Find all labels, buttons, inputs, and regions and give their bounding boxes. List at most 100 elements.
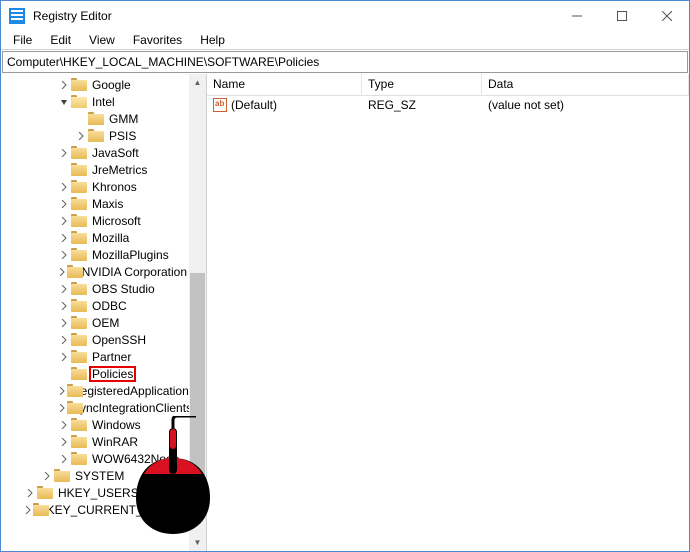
list-row[interactable]: (Default)REG_SZ(value not set) — [207, 96, 689, 113]
scroll-thumb[interactable] — [190, 273, 205, 513]
chevron-right-icon[interactable] — [75, 130, 87, 142]
tree-item[interactable]: GMM — [1, 110, 189, 127]
registry-editor-window: Registry Editor File Edit View Favorites… — [0, 0, 690, 552]
menu-file[interactable]: File — [5, 32, 40, 48]
folder-icon — [71, 299, 87, 312]
chevron-right-icon[interactable] — [58, 249, 70, 261]
tree-item[interactable]: MozillaPlugins — [1, 246, 189, 263]
tree-item[interactable]: Maxis — [1, 195, 189, 212]
tree-item-label: Google — [90, 78, 133, 92]
folder-icon — [71, 367, 87, 380]
tree-item[interactable]: SyncIntegrationClients — [1, 399, 189, 416]
list-header: Name Type Data — [207, 74, 689, 96]
folder-icon — [88, 112, 104, 125]
scroll-up-arrow[interactable]: ▲ — [189, 74, 206, 91]
column-data[interactable]: Data — [482, 74, 689, 95]
tree-item-label: Policies — [90, 367, 135, 381]
column-name[interactable]: Name — [207, 74, 362, 95]
folder-icon — [71, 435, 87, 448]
menu-edit[interactable]: Edit — [42, 32, 79, 48]
folder-icon — [71, 146, 87, 159]
tree-item[interactable]: Mozilla — [1, 229, 189, 246]
chevron-right-icon[interactable] — [58, 232, 70, 244]
tree-item[interactable]: OpenSSH — [1, 331, 189, 348]
chevron-right-icon[interactable] — [58, 198, 70, 210]
address-bar[interactable]: Computer\HKEY_LOCAL_MACHINE\SOFTWARE\Pol… — [2, 51, 688, 73]
tree-item-label: Mozilla — [90, 231, 131, 245]
chevron-right-icon[interactable] — [58, 215, 70, 227]
tree-item[interactable]: NVIDIA Corporation — [1, 263, 189, 280]
tree-item-label: Intel — [90, 95, 117, 109]
tree-item[interactable]: JreMetrics — [1, 161, 189, 178]
tree-item[interactable]: PSIS — [1, 127, 189, 144]
chevron-right-icon[interactable] — [58, 334, 70, 346]
tree-item[interactable]: SYSTEM — [1, 467, 189, 484]
folder-icon — [71, 452, 87, 465]
chevron-right-icon[interactable] — [58, 453, 70, 465]
chevron-right-icon[interactable] — [58, 436, 70, 448]
tree-item[interactable]: Google — [1, 76, 189, 93]
chevron-down-icon[interactable] — [58, 96, 70, 108]
tree-item[interactable]: WinRAR — [1, 433, 189, 450]
chevron-right-icon[interactable] — [58, 283, 70, 295]
chevron-right-icon[interactable] — [58, 147, 70, 159]
tree-item-label: JreMetrics — [90, 163, 149, 177]
chevron-right-icon[interactable] — [58, 317, 70, 329]
tree-item[interactable]: Partner — [1, 348, 189, 365]
column-type[interactable]: Type — [362, 74, 482, 95]
folder-icon — [71, 418, 87, 431]
chevron-right-icon[interactable] — [58, 402, 66, 414]
address-path: Computer\HKEY_LOCAL_MACHINE\SOFTWARE\Pol… — [7, 55, 319, 69]
tree-item-label: WinRAR — [90, 435, 140, 449]
tree-item[interactable]: OEM — [1, 314, 189, 331]
chevron-right-icon[interactable] — [58, 79, 70, 91]
regedit-icon — [9, 8, 25, 24]
menu-favorites[interactable]: Favorites — [125, 32, 190, 48]
tree-item-label: Maxis — [90, 197, 125, 211]
folder-icon — [71, 197, 87, 210]
folder-icon — [88, 129, 104, 142]
tree-item[interactable]: Windows — [1, 416, 189, 433]
tree-item-label: SyncIntegrationClients — [70, 401, 189, 415]
tree-view[interactable]: Google Intel GMMPSISJavaSoft JreMetricsKhro… — [1, 74, 189, 551]
value-type: REG_SZ — [362, 98, 482, 112]
tree-scrollbar[interactable]: ▲ ▼ — [189, 74, 206, 551]
tree-item[interactable]: Khronos — [1, 178, 189, 195]
chevron-right-icon[interactable] — [58, 300, 70, 312]
chevron-right-icon[interactable] — [24, 504, 32, 516]
chevron-right-icon[interactable] — [58, 385, 66, 397]
tree-item[interactable]: Policies — [1, 365, 189, 382]
tree-item[interactable]: ODBC — [1, 297, 189, 314]
folder-icon — [71, 282, 87, 295]
list-rows[interactable]: (Default)REG_SZ(value not set) — [207, 96, 689, 551]
tree-item[interactable]: HKEY_CURRENT_CONFIG — [1, 501, 189, 518]
tree-item-label: OBS Studio — [90, 282, 157, 296]
tree-item[interactable]: HKEY_USERS — [1, 484, 189, 501]
tree-item[interactable]: WOW6432Node — [1, 450, 189, 467]
close-button[interactable] — [644, 1, 689, 30]
tree-item[interactable]: Microsoft — [1, 212, 189, 229]
chevron-right-icon[interactable] — [58, 181, 70, 193]
tree-item-label: HKEY_CURRENT_CONFIG — [36, 503, 189, 517]
chevron-right-icon[interactable] — [58, 351, 70, 363]
tree-item[interactable]: OBS Studio — [1, 280, 189, 297]
scroll-down-arrow[interactable]: ▼ — [189, 534, 206, 551]
maximize-button[interactable] — [599, 1, 644, 30]
tree-item-label: Microsoft — [90, 214, 143, 228]
chevron-right-icon[interactable] — [58, 419, 70, 431]
tree-item-label: Windows — [90, 418, 143, 432]
body: Google Intel GMMPSISJavaSoft JreMetricsKhro… — [1, 74, 689, 551]
tree-item[interactable]: RegisteredApplications — [1, 382, 189, 399]
folder-icon — [37, 486, 53, 499]
tree-item[interactable]: Intel — [1, 93, 189, 110]
menu-help[interactable]: Help — [192, 32, 233, 48]
tree-item-label: GMM — [107, 112, 140, 126]
tree-item[interactable]: JavaSoft — [1, 144, 189, 161]
chevron-right-icon[interactable] — [58, 266, 66, 278]
titlebar[interactable]: Registry Editor — [1, 1, 689, 30]
chevron-right-icon[interactable] — [41, 470, 53, 482]
menu-view[interactable]: View — [81, 32, 123, 48]
chevron-right-icon[interactable] — [24, 487, 36, 499]
folder-icon — [67, 265, 77, 278]
minimize-button[interactable] — [554, 1, 599, 30]
